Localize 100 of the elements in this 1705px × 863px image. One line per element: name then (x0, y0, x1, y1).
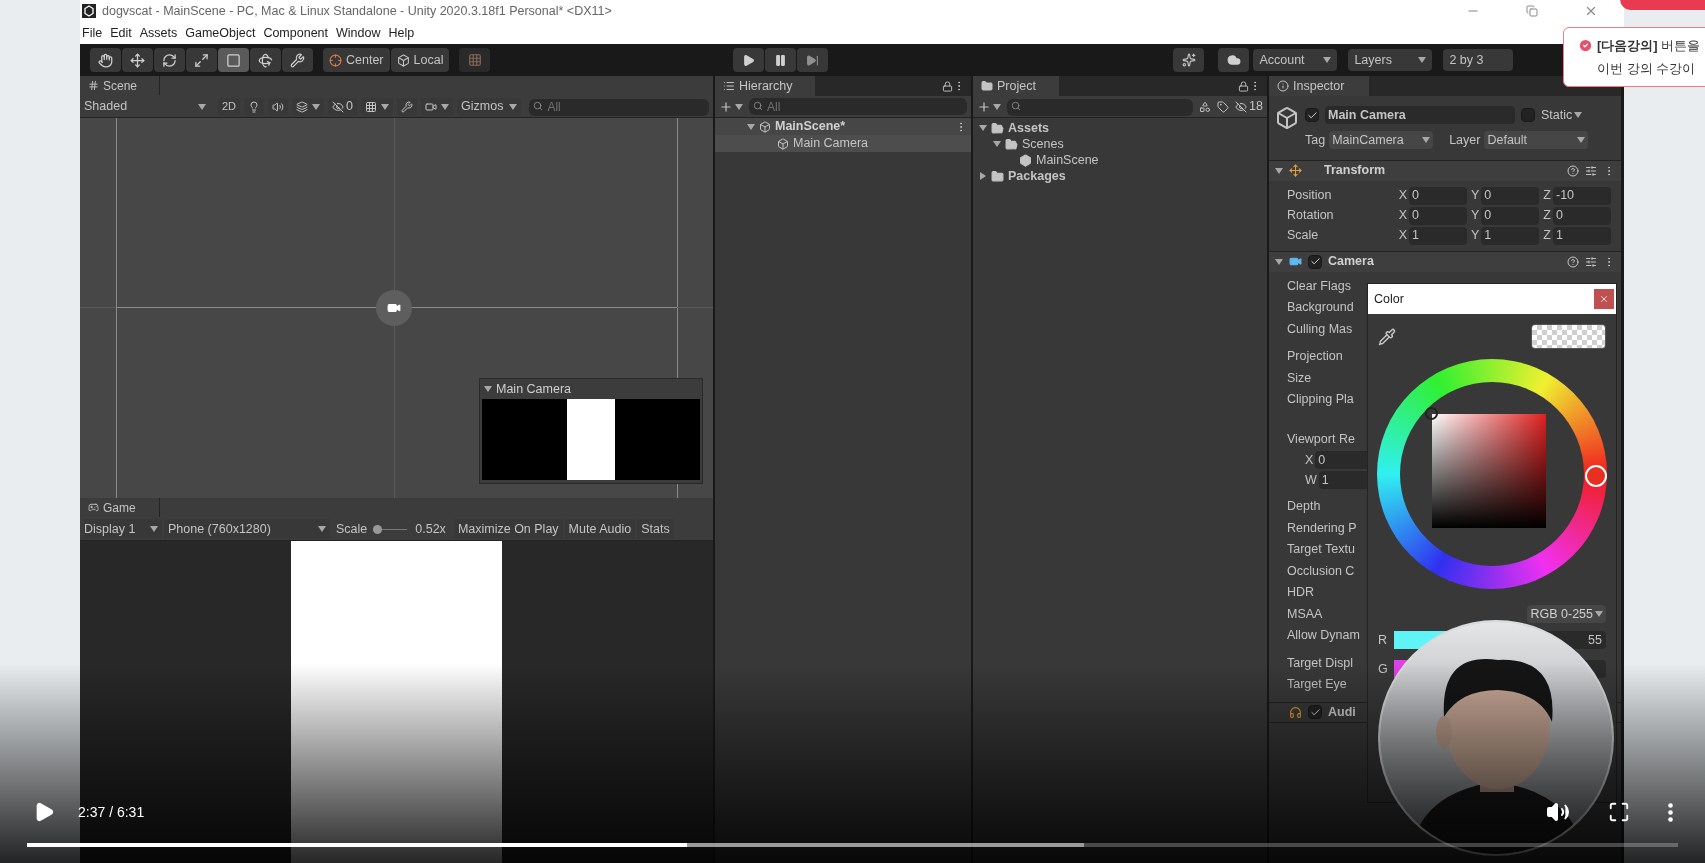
tool-button[interactable] (186, 48, 217, 72)
color-swatch[interactable] (1531, 324, 1606, 349)
axis-field[interactable]: 0 (1409, 186, 1467, 205)
more-button[interactable] (1668, 802, 1673, 822)
axis-field[interactable]: -10 (1553, 186, 1611, 205)
tool-button[interactable] (282, 48, 313, 72)
close-button[interactable] (1594, 289, 1614, 309)
game-view-button[interactable]: Mute Audio (564, 519, 636, 539)
scene-row[interactable]: MainScene* (715, 118, 971, 135)
menu-item[interactable]: Component (263, 23, 328, 43)
object-name-field[interactable]: Main Camera (1325, 106, 1515, 125)
static-dropdown[interactable]: Static (1541, 106, 1583, 125)
scene-viewport[interactable]: Main Camera (80, 118, 713, 498)
tools-icon (401, 100, 413, 113)
playback-time: 2:37 / 6:31 (78, 802, 145, 822)
project-item[interactable]: MainScene (973, 152, 1267, 168)
menu-item[interactable]: Edit (110, 23, 132, 43)
scale-value: 0.52x (414, 520, 447, 538)
grid-dropdown[interactable] (361, 97, 393, 116)
axis-field[interactable]: 0 (1481, 206, 1540, 225)
component-checkbox[interactable] (1308, 254, 1322, 269)
tag-dropdown[interactable]: MainCamera (1329, 131, 1434, 150)
project-search-field[interactable] (1007, 98, 1194, 116)
hierarchy-item[interactable]: Main Camera (715, 135, 971, 152)
axis-field[interactable]: 1 (1481, 226, 1540, 245)
grid-icon (467, 53, 482, 67)
slider-thumb[interactable] (373, 524, 383, 534)
menu-item[interactable]: GameObject (185, 23, 256, 43)
layers-dropdown[interactable]: Layers (1348, 49, 1433, 71)
dropdown-arrow-icon (1422, 137, 1431, 144)
tool-button[interactable] (250, 48, 281, 72)
tools-toggle[interactable] (397, 97, 417, 116)
game-view-button[interactable]: Stats (637, 519, 674, 539)
static-checkbox[interactable] (1521, 108, 1535, 123)
speaker-icon (1546, 800, 1570, 824)
inspector-tab[interactable]: Inspector (1269, 76, 1369, 96)
open-folder-icon (1005, 137, 1018, 151)
tool-button[interactable] (218, 48, 249, 72)
camera-dropdown[interactable] (421, 97, 453, 116)
camera-gizmo-icon[interactable] (376, 290, 412, 326)
pivot-button[interactable]: Center (323, 48, 390, 72)
fullscreen-button[interactable] (1608, 801, 1630, 823)
menu-item[interactable]: Assets (139, 23, 178, 43)
step-button[interactable] (797, 48, 829, 72)
open-folder-icon (991, 121, 1004, 135)
progress-track[interactable] (27, 843, 1678, 847)
volume-button[interactable] (1546, 800, 1570, 824)
effects-dropdown[interactable] (292, 97, 325, 116)
display-dropdown[interactable]: Display 1 (84, 519, 162, 539)
camera-icon (1289, 255, 1302, 268)
cloud-button[interactable] (1218, 48, 1250, 72)
axis-field[interactable]: 0 (1553, 206, 1611, 225)
menu-item[interactable]: Help (388, 23, 415, 43)
tool-button[interactable] (122, 48, 153, 72)
visibility-toggle[interactable]: 0 (328, 97, 357, 116)
hidden-packages-toggle[interactable]: 18 (1235, 97, 1263, 116)
resolution-dropdown[interactable]: Phone (760x1280) (164, 519, 330, 539)
axis-field[interactable]: 0 (1481, 186, 1540, 205)
menu-item[interactable]: Window (336, 23, 381, 43)
color-mode-dropdown[interactable]: RGB 0-255 (1527, 605, 1606, 623)
axis-field[interactable]: 1 (1553, 226, 1611, 245)
tool-button[interactable] (90, 48, 121, 72)
axis-label: X (1398, 207, 1407, 225)
scale-slider[interactable] (373, 524, 408, 534)
hierarchy-search-field[interactable]: All (749, 98, 967, 115)
project-item[interactable]: Scenes (973, 136, 1267, 152)
axis-field[interactable]: 0 (1409, 206, 1467, 225)
2d-toggle[interactable]: 2D (218, 97, 241, 116)
play-icon (742, 53, 756, 67)
tool-button[interactable] (154, 48, 185, 72)
saturation-value-square[interactable] (1432, 414, 1546, 528)
lighting-toggle[interactable] (244, 97, 265, 116)
saturation-handle[interactable] (1425, 407, 1438, 420)
audio-toggle[interactable] (268, 97, 289, 116)
property-label: Target Eye (1287, 676, 1347, 694)
shading-dropdown[interactable]: Shaded (84, 97, 210, 116)
hierarchy-tab[interactable]: Hierarchy (715, 76, 815, 96)
layer-label: Layer (1449, 131, 1481, 149)
game-view-button[interactable]: Maximize On Play (453, 519, 563, 539)
create-dropdown[interactable] (977, 99, 1001, 114)
active-checkbox[interactable] (1305, 108, 1319, 123)
property-label: HDR (1287, 584, 1315, 602)
project-item[interactable]: Packages (973, 168, 1267, 184)
axis-label: Y (1471, 187, 1480, 205)
play-button[interactable] (733, 48, 765, 72)
collab-button[interactable] (1173, 48, 1205, 72)
space-button[interactable]: Local (390, 48, 450, 72)
axis-field[interactable]: 1 (1409, 226, 1467, 245)
grid-snap-button[interactable] (459, 48, 491, 72)
layer-dropdown[interactable]: Default (1484, 131, 1589, 150)
layout-dropdown[interactable]: 2 by 3 (1443, 49, 1514, 71)
scene-search-field[interactable]: All (529, 98, 709, 116)
pause-button[interactable] (765, 48, 797, 72)
account-dropdown[interactable]: Account (1253, 49, 1338, 71)
project-tab[interactable]: Project (973, 76, 1059, 96)
create-dropdown[interactable] (719, 99, 743, 114)
gizmos-dropdown[interactable]: Gizmos (457, 97, 522, 116)
component-checkbox[interactable] (1308, 705, 1322, 719)
menu-item[interactable]: File (82, 23, 103, 43)
project-item[interactable]: Assets (973, 120, 1267, 136)
